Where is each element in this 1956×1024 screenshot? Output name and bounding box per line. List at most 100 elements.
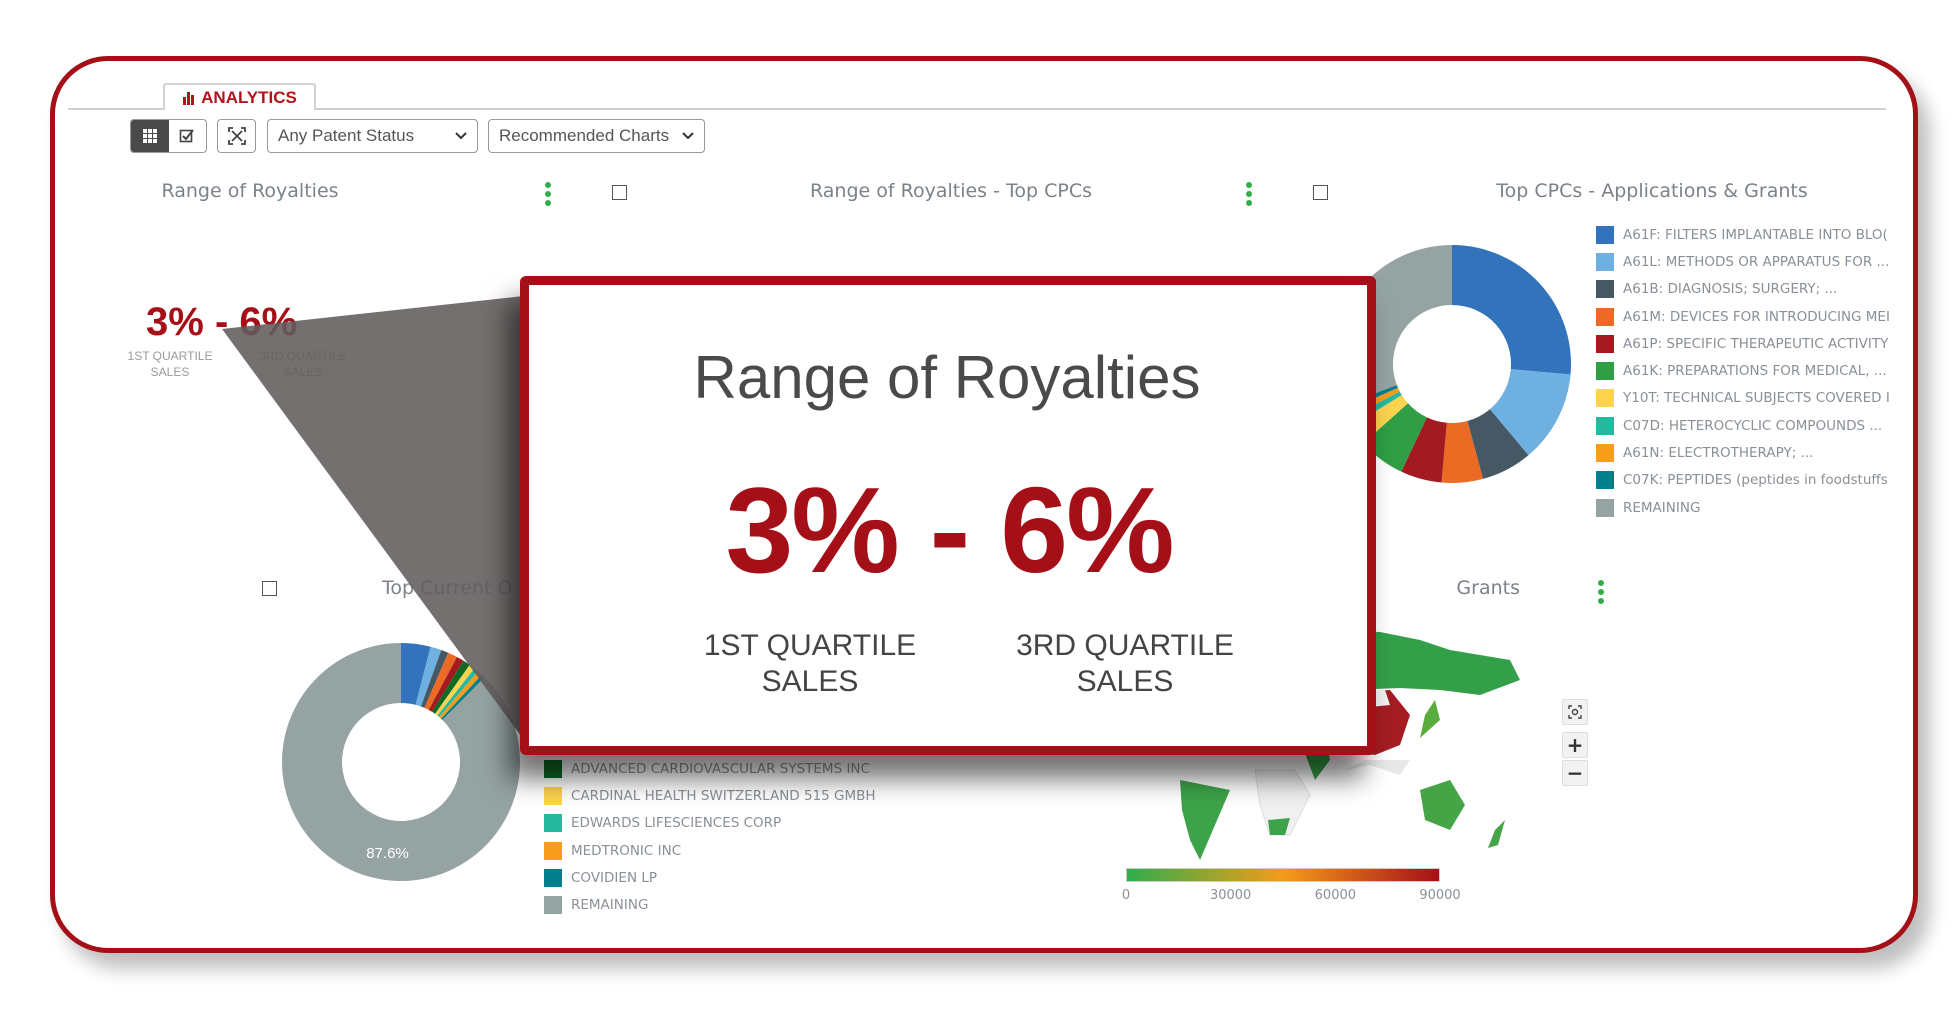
map-region-southeast-asia <box>1345 760 1410 775</box>
label-line: SALES <box>150 365 190 379</box>
legend-item[interactable]: A61M: DEVICES FOR INTRODUCING MEI <box>1596 303 1898 330</box>
legend-swatch <box>544 814 562 833</box>
royalty-low: 3% <box>146 300 204 344</box>
checkbox-icon <box>179 129 195 143</box>
panel-menu-icon[interactable] <box>1246 182 1252 206</box>
tab-analytics[interactable]: ANALYTICS <box>163 83 316 110</box>
legend-item[interactable]: EDWARDS LIFESCIENCES CORP <box>544 810 924 837</box>
top-owners-donut: 87.6% <box>282 643 520 881</box>
popup-high-label: 3RD QUARTILE SALES <box>1016 628 1234 700</box>
chevron-down-icon <box>682 132 694 140</box>
legend-item[interactable]: CARDINAL HEALTH SWITZERLAND 515 GMBH <box>544 782 924 809</box>
label-line: SALES <box>283 365 323 379</box>
legend-swatch <box>1596 362 1614 381</box>
legend-label: CARDINAL HEALTH SWITZERLAND 515 GMBH <box>571 787 876 804</box>
legend-item[interactable]: A61N: ELECTROTHERAPY; ... <box>1596 439 1898 466</box>
legend-swatch <box>1596 471 1614 490</box>
patent-status-select[interactable]: Any Patent Status <box>267 119 478 153</box>
panel-title-top-owners: Top Current O <box>382 577 513 599</box>
tab-divider <box>68 108 1886 110</box>
map-scale-ticks: 0 30000 60000 90000 <box>1122 888 1461 908</box>
panel-title-royalties: Range of Royalties <box>161 180 339 202</box>
popup-sep: - <box>929 462 971 598</box>
expand-button[interactable] <box>217 119 256 153</box>
legend-swatch <box>1596 334 1614 353</box>
plus-icon: + <box>1566 733 1584 757</box>
low-label-small: 1ST QUARTILE SALES <box>128 348 213 380</box>
slice-label: 87.6% <box>366 845 409 862</box>
legend-swatch <box>544 841 562 860</box>
popup-royalty-range: 3% - 6% <box>725 460 1174 600</box>
high-label-small: 3RD QUARTILE SALES <box>259 348 346 380</box>
label-line: SALES <box>1076 665 1174 698</box>
label-line: 3RD QUARTILE <box>259 349 347 363</box>
royalty-high: 6% <box>239 300 298 344</box>
map-color-scale <box>1126 868 1440 882</box>
map-reset-button[interactable] <box>1562 699 1588 725</box>
popup-title: Range of Royalties <box>693 344 1201 411</box>
legend-label: A61F: FILTERS IMPLANTABLE INTO BLO( <box>1623 226 1888 243</box>
legend-label: A61M: DEVICES FOR INTRODUCING MEI <box>1623 308 1890 325</box>
legend-item[interactable]: C07D: HETEROCYCLIC COMPOUNDS ... <box>1596 412 1898 439</box>
legend-item[interactable]: REMAINING <box>544 891 924 918</box>
map-region-japan <box>1420 700 1440 738</box>
panel-menu-icon[interactable] <box>545 182 551 206</box>
label-line: 3RD QUARTILE <box>1016 629 1234 662</box>
map-region-australia <box>1420 780 1465 830</box>
grid-view-button[interactable] <box>131 120 169 152</box>
legend-item[interactable]: A61L: METHODS OR APPARATUS FOR ... <box>1596 248 1898 275</box>
panel-select-checkbox[interactable] <box>262 581 277 596</box>
panel-select-checkbox[interactable] <box>612 185 627 200</box>
legend-item[interactable]: A61P: SPECIFIC THERAPEUTIC ACTIVITY <box>1596 330 1898 357</box>
panel-menu-icon[interactable] <box>1598 580 1604 604</box>
donut-slice[interactable] <box>1452 245 1571 375</box>
legend-label: A61P: SPECIFIC THERAPEUTIC ACTIVITY <box>1623 335 1889 352</box>
legend-swatch <box>1596 444 1614 463</box>
royalty-sep: - <box>214 300 229 344</box>
legend-label: MEDTRONIC INC <box>571 842 682 859</box>
legend-swatch <box>1596 280 1614 299</box>
label-line: SALES <box>761 665 859 698</box>
map-zoom-out-button[interactable]: − <box>1562 760 1588 786</box>
top-cpcs-legend: A61F: FILTERS IMPLANTABLE INTO BLO( A61L:… <box>1596 221 1898 521</box>
legend-swatch <box>544 786 562 805</box>
select-view-button[interactable] <box>169 120 207 152</box>
scale-tick-label: 0 <box>1121 888 1131 903</box>
popup-low: 3% <box>725 462 899 598</box>
legend-swatch <box>1596 225 1614 244</box>
chart-set-select[interactable]: Recommended Charts <box>488 119 705 153</box>
legend-item[interactable]: COVIDIEN LP <box>544 864 924 891</box>
expand-icon <box>227 127 246 145</box>
minus-icon: − <box>1566 761 1584 785</box>
legend-item[interactable]: A61K: PREPARATIONS FOR MEDICAL, ... <box>1596 357 1898 384</box>
legend-label: REMAINING <box>1623 499 1701 516</box>
label-line: 1ST QUARTILE <box>703 629 917 662</box>
focus-icon <box>1568 705 1582 719</box>
legend-swatch <box>1596 498 1614 517</box>
panel-title-map: tions & Grants <box>1450 577 1520 599</box>
legend-item[interactable]: ADVANCED CARDIOVASCULAR SYSTEMS INC <box>544 755 924 782</box>
label-line: 1ST QUARTILE <box>127 349 213 363</box>
legend-swatch <box>544 759 562 778</box>
map-zoom-in-button[interactable]: + <box>1562 732 1588 758</box>
popup-low-label: 1ST QUARTILE SALES <box>704 628 916 700</box>
legend-item[interactable]: A61F: FILTERS IMPLANTABLE INTO BLO( <box>1596 221 1898 248</box>
legend-swatch <box>544 896 562 915</box>
top-owners-legend: ADVANCED CARDIOVASCULAR SYSTEMS INC CARDI… <box>544 755 924 919</box>
tab-label: ANALYTICS <box>201 87 297 107</box>
legend-item[interactable]: REMAINING <box>1596 494 1898 521</box>
legend-label: EDWARDS LIFESCIENCES CORP <box>571 815 782 832</box>
legend-item[interactable]: Y10T: TECHNICAL SUBJECTS COVERED I <box>1596 385 1898 412</box>
legend-label: A61L: METHODS OR APPARATUS FOR ... <box>1623 253 1890 270</box>
legend-label: COVIDIEN LP <box>571 869 657 886</box>
legend-swatch <box>1596 307 1614 326</box>
legend-swatch <box>1596 252 1614 271</box>
legend-swatch <box>544 868 562 887</box>
scale-tick-label: 90000 <box>1419 888 1461 903</box>
legend-label: C07D: HETEROCYCLIC COMPOUNDS ... <box>1623 417 1883 434</box>
legend-item[interactable]: A61B: DIAGNOSIS; SURGERY; ... <box>1596 276 1898 303</box>
scale-tick-label: 30000 <box>1209 888 1252 903</box>
legend-item[interactable]: MEDTRONIC INC <box>544 837 924 864</box>
legend-item[interactable]: C07K: PEPTIDES (peptides in foodstuffs <box>1596 467 1898 494</box>
panel-select-checkbox[interactable] <box>1313 185 1328 200</box>
